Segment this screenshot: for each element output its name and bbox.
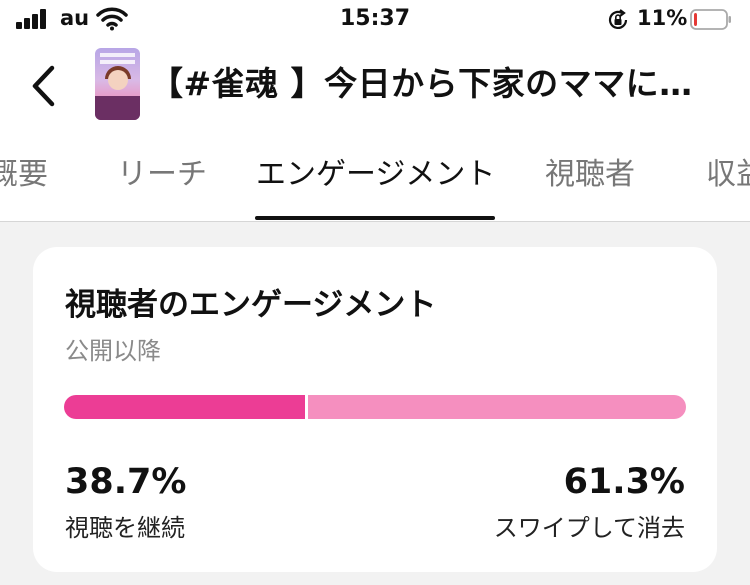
tab-engagement[interactable]: エンゲージメント xyxy=(256,150,495,200)
tab-overview[interactable]: 概要 xyxy=(0,150,48,200)
video-title: 【#雀魂 】今日から下家のママに… xyxy=(150,64,693,103)
tab-divider xyxy=(0,221,750,222)
swipe-segment xyxy=(308,395,686,419)
swipe-percent: 61.3% xyxy=(563,462,685,502)
battery-icon xyxy=(690,9,731,30)
swipe-stat: 61.3% スワイプして消去 xyxy=(494,462,685,543)
continue-stat: 38.7% 視聴を継続 xyxy=(65,462,186,543)
orientation-lock-icon xyxy=(608,9,628,29)
video-thumbnail xyxy=(95,48,140,120)
engagement-card: 視聴者のエンゲージメント 公開以降 38.7% 視聴を継続 61.3% スワイプ… xyxy=(33,247,717,572)
continue-label: 視聴を継続 xyxy=(65,514,185,542)
tab-revenue[interactable]: 収益 xyxy=(706,150,750,200)
battery-percent: 11% xyxy=(637,6,688,30)
swipe-label: スワイプして消去 xyxy=(493,514,685,542)
active-tab-indicator xyxy=(255,216,495,220)
chevron-left-icon xyxy=(32,65,55,107)
status-bar: au 15:37 11% xyxy=(0,0,750,44)
card-subtitle: 公開以降 xyxy=(65,337,161,365)
back-button[interactable] xyxy=(22,62,66,110)
card-title: 視聴者のエンゲージメント xyxy=(65,287,437,323)
tab-audience[interactable]: 視聴者 xyxy=(545,150,635,200)
tab-reach[interactable]: リーチ xyxy=(117,150,207,200)
continue-percent: 38.7% xyxy=(65,462,187,502)
continue-segment xyxy=(64,395,305,419)
engagement-bar xyxy=(64,395,686,419)
